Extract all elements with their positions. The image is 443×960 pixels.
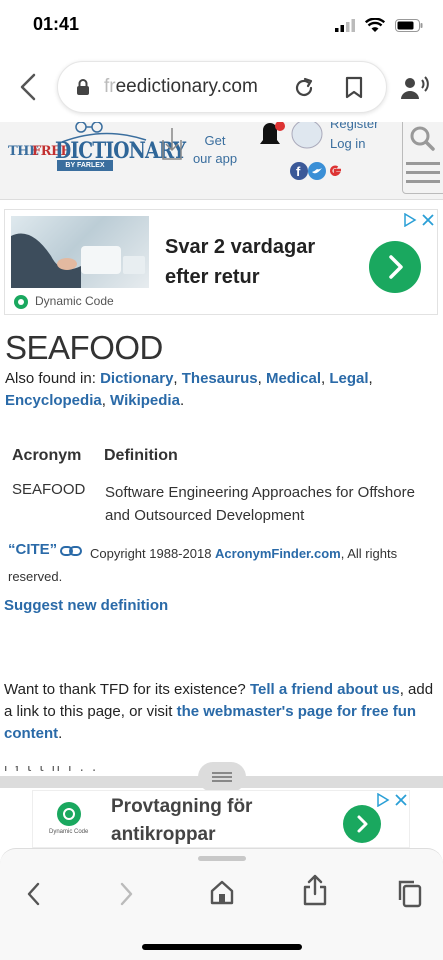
svg-text:f: f	[296, 164, 301, 179]
get-app-line1: Get	[204, 133, 226, 148]
link-dictionary[interactable]: Dictionary	[100, 370, 173, 387]
download-app-icon[interactable]	[157, 126, 187, 167]
ad-banner-top[interactable]: Svar 2 vardagar efter retur Dynamic Code	[4, 209, 438, 315]
home-indicator[interactable]	[142, 944, 302, 950]
copyright-prefix: Copyright 1988-2018	[90, 546, 216, 561]
ad-headline[interactable]: Provtagning för antikroppar	[111, 793, 321, 849]
ad-source-label: Dynamic Code	[35, 294, 114, 308]
url-domain: eedictionary.com	[115, 76, 258, 97]
ad-image	[11, 216, 149, 288]
ad-source-label: Dynamic Code	[49, 829, 89, 835]
link-medical[interactable]: Medical	[266, 370, 321, 387]
get-app-line2: our app	[192, 151, 238, 166]
found-in-label: Also found in:	[5, 370, 101, 387]
site-header: THE FREE DICTIONARY BY FARLEX Get our ap…	[0, 122, 443, 200]
hamburger-menu-icon[interactable]	[406, 160, 440, 191]
search-icon[interactable]	[408, 124, 436, 157]
status-time: 01:41	[33, 14, 80, 34]
tabs-icon[interactable]	[396, 878, 424, 913]
adchoices-icon[interactable]	[403, 212, 417, 232]
url-faded: fr	[104, 76, 116, 97]
toolbar-grip[interactable]	[198, 856, 246, 861]
reader-voice-icon[interactable]	[400, 74, 430, 107]
tell-friend-link[interactable]: Tell a friend about us	[250, 681, 400, 698]
suggest-definition-link[interactable]: Suggest new definition	[4, 597, 168, 614]
social-icons: f	[290, 162, 344, 180]
table-header-definition: Definition	[104, 447, 178, 464]
nav-forward-icon[interactable]	[114, 880, 138, 913]
nav-back-icon[interactable]	[22, 880, 46, 913]
lock-icon	[76, 79, 90, 101]
link-legal[interactable]: Legal	[329, 370, 368, 387]
drag-handle-icon	[212, 772, 232, 782]
cite-button[interactable]: “CITE”	[8, 541, 57, 558]
share-icon[interactable]	[302, 874, 328, 911]
register-link[interactable]: Register	[330, 122, 378, 131]
login-link[interactable]: Log in	[330, 136, 365, 151]
battery-icon	[395, 18, 423, 32]
get-app-link[interactable]: Get our app	[192, 132, 238, 168]
facebook-icon[interactable]: f	[290, 162, 308, 180]
acronymfinder-link[interactable]: AcronymFinder.com	[215, 546, 341, 561]
page-title: SEAFOOD	[5, 329, 163, 366]
adchoices-icon[interactable]	[376, 792, 390, 812]
ad-close-icon[interactable]	[421, 213, 435, 232]
ad-close-icon[interactable]	[394, 793, 408, 812]
dynamic-code-logo-icon	[13, 294, 29, 315]
link-chain-icon[interactable]	[60, 544, 82, 562]
table-header-acronym: Acronym	[12, 447, 82, 464]
thank-text-1: Want to thank TFD for its existence?	[4, 681, 250, 698]
user-avatar-icon[interactable]	[290, 122, 324, 157]
google-icon[interactable]	[326, 162, 344, 180]
table-cell-definition: Software Engineering Approaches for Offs…	[105, 484, 415, 524]
ad-arrow-button[interactable]	[369, 241, 421, 293]
cellular-signal-icon	[335, 18, 355, 32]
wifi-icon	[365, 18, 385, 32]
ad-drawer-handle[interactable]	[198, 762, 246, 792]
dynamic-code-logo-icon	[57, 802, 81, 826]
link-wikipedia[interactable]: Wikipedia	[110, 392, 180, 409]
url-text[interactable]: freedictionary.com	[104, 76, 258, 98]
thank-tfd-text: Want to thank TFD for its existence? Tel…	[4, 679, 436, 745]
ad-banner-bottom[interactable]: Dynamic Code Provtagning för antikroppar	[32, 790, 410, 848]
also-found-in: Also found in: Dictionary, Thesaurus, Me…	[5, 370, 373, 409]
clipped-text-line: l ł t t h i . .	[4, 766, 99, 775]
logo-farlex: BY FARLEX	[57, 160, 113, 171]
status-icons	[335, 18, 423, 32]
link-encyclopedia[interactable]: Encyclopedia	[5, 392, 102, 409]
ad-headline[interactable]: Svar 2 vardagar efter retur	[165, 232, 355, 292]
link-thesaurus[interactable]: Thesaurus	[182, 370, 258, 387]
back-icon[interactable]	[14, 72, 42, 107]
notification-bell-icon[interactable]	[256, 122, 288, 151]
thank-text-3: .	[58, 725, 63, 742]
table-cell-acronym: SEAFOOD	[12, 481, 86, 498]
bookmark-icon[interactable]	[344, 76, 364, 105]
reload-icon[interactable]	[292, 76, 316, 105]
chevron-right-icon	[389, 255, 403, 279]
twitter-icon[interactable]	[308, 162, 326, 180]
home-icon[interactable]	[208, 878, 236, 911]
